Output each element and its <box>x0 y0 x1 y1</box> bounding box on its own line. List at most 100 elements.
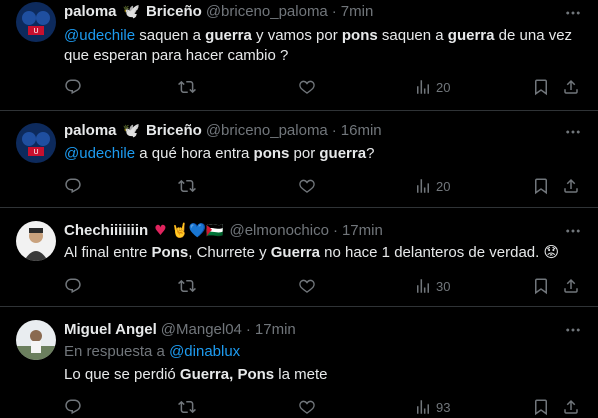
author-handle[interactable]: @briceno_paloma <box>206 121 328 141</box>
views-button[interactable]: 20 <box>414 176 450 196</box>
tweet[interactable]: U paloma 🕊️ Briceño @briceno_paloma · 7m… <box>0 0 598 111</box>
tweet-time[interactable]: 7min <box>341 2 374 22</box>
like-button[interactable] <box>298 397 316 417</box>
views-button[interactable]: 30 <box>414 276 450 296</box>
text-part: ? <box>366 145 375 162</box>
avatar[interactable]: U <box>16 2 56 42</box>
views-icon <box>414 177 432 195</box>
author-name-2[interactable]: Briceño <box>146 121 202 141</box>
bookmark-button[interactable] <box>532 276 550 296</box>
bookmark-button[interactable] <box>532 77 550 97</box>
reply-icon <box>64 398 82 416</box>
text-part: , Churrete y <box>188 244 271 261</box>
retweet-button[interactable] <box>178 276 196 296</box>
retweet-button[interactable] <box>178 397 196 417</box>
author-name[interactable]: paloma <box>64 121 117 141</box>
tweet-time[interactable]: 16min <box>341 121 382 141</box>
tweet[interactable]: Miguel Angel @Mangel04 · 17min En respue… <box>0 307 598 418</box>
reply-button[interactable] <box>64 77 82 97</box>
tweet[interactable]: Chechiiiiiiin ♥ 🤘💙🇵🇸 @elmonochico · 17mi… <box>0 208 598 307</box>
like-button[interactable] <box>298 176 316 196</box>
text-part: pons <box>253 145 290 162</box>
author-handle[interactable]: @elmonochico <box>229 221 328 241</box>
heart-icon <box>298 277 316 295</box>
reply-icon <box>64 177 82 195</box>
reply-to-link[interactable]: @dinablux <box>169 343 240 360</box>
reply-button[interactable] <box>64 176 82 196</box>
views-icon <box>414 277 432 295</box>
bookmark-icon <box>532 398 550 416</box>
tweet-text: Lo que se perdió Guerra, Pons la mete <box>64 365 582 385</box>
views-count: 20 <box>436 79 451 95</box>
retweet-icon <box>178 78 196 96</box>
views-button[interactable]: 20 <box>414 77 450 97</box>
reply-prefix: En respuesta a <box>64 343 170 360</box>
tweet-text: @udechile a qué hora entra pons por guer… <box>64 144 582 164</box>
avatar[interactable] <box>16 221 56 261</box>
more-icon[interactable] <box>564 222 582 240</box>
author-name[interactable]: paloma <box>64 2 117 22</box>
views-count: 20 <box>436 178 451 194</box>
share-icon <box>562 277 580 295</box>
author-handle[interactable]: @Mangel04 <box>161 320 242 340</box>
share-button[interactable] <box>562 77 580 97</box>
reply-button[interactable] <box>64 397 82 417</box>
share-icon <box>562 78 580 96</box>
text-part: guerra <box>447 27 495 44</box>
tweet-time[interactable]: 17min <box>342 221 383 241</box>
author-handle[interactable]: @briceno_paloma <box>206 2 328 22</box>
reply-button[interactable] <box>64 276 82 296</box>
text-part: saquen a <box>135 27 206 44</box>
text-part: la mete <box>274 366 328 383</box>
retweet-button[interactable] <box>178 77 196 97</box>
author-name-2[interactable]: Briceño <box>146 2 202 22</box>
views-button[interactable]: 93 <box>414 397 450 417</box>
separator-dot: · <box>331 122 337 139</box>
reply-icon <box>64 78 82 96</box>
separator-dot: · <box>331 3 337 20</box>
bookmark-icon <box>532 78 550 96</box>
name-emoji: 🕊️ <box>122 4 140 20</box>
heart-icon <box>298 177 316 195</box>
heart-icon <box>298 78 316 96</box>
share-button[interactable] <box>562 397 580 417</box>
like-button[interactable] <box>298 77 316 97</box>
like-button[interactable] <box>298 276 316 296</box>
share-button[interactable] <box>562 176 580 196</box>
heart-icon <box>298 398 316 416</box>
author-name[interactable]: Miguel Angel <box>64 320 157 340</box>
share-button[interactable] <box>562 276 580 296</box>
retweet-icon <box>178 177 196 195</box>
avatar[interactable]: U <box>16 123 56 163</box>
text-part: pons <box>341 27 378 44</box>
tweet-text: Al final entre Pons, Churrete y Guerra n… <box>64 243 582 263</box>
text-part: Lo que se perdió <box>64 366 180 383</box>
bookmark-icon <box>532 277 550 295</box>
svg-text:U: U <box>33 148 38 156</box>
mention-link[interactable]: @udechile <box>64 145 135 162</box>
reply-icon <box>64 277 82 295</box>
views-icon <box>414 398 432 416</box>
reply-context: En respuesta a @dinablux <box>64 342 582 362</box>
bookmark-button[interactable] <box>532 397 550 417</box>
text-part: guerra <box>319 145 367 162</box>
tweet[interactable]: U paloma 🕊️ Briceño @briceno_paloma · 16… <box>0 111 598 208</box>
author-name[interactable]: Chechiiiiiiin <box>64 221 148 241</box>
more-icon[interactable] <box>564 321 582 339</box>
more-icon[interactable] <box>564 123 582 141</box>
tweet-time[interactable]: 17min <box>255 320 296 340</box>
separator-dot: · <box>245 321 251 338</box>
bookmark-icon <box>532 177 550 195</box>
svg-text:U: U <box>33 27 38 35</box>
bookmark-button[interactable] <box>532 176 550 196</box>
more-icon[interactable] <box>564 4 582 22</box>
retweet-icon <box>178 398 196 416</box>
views-icon <box>414 78 432 96</box>
tweet-text: @udechile saquen a guerra y vamos por po… <box>64 26 582 66</box>
mention-link[interactable]: @udechile <box>64 27 135 44</box>
avatar[interactable] <box>16 320 56 360</box>
retweet-button[interactable] <box>178 176 196 196</box>
separator-dot: · <box>332 222 338 239</box>
name-emoji: 🕊️ <box>122 123 140 139</box>
text-part: no hace 1 delanteros de verdad. 😟 <box>319 244 560 261</box>
